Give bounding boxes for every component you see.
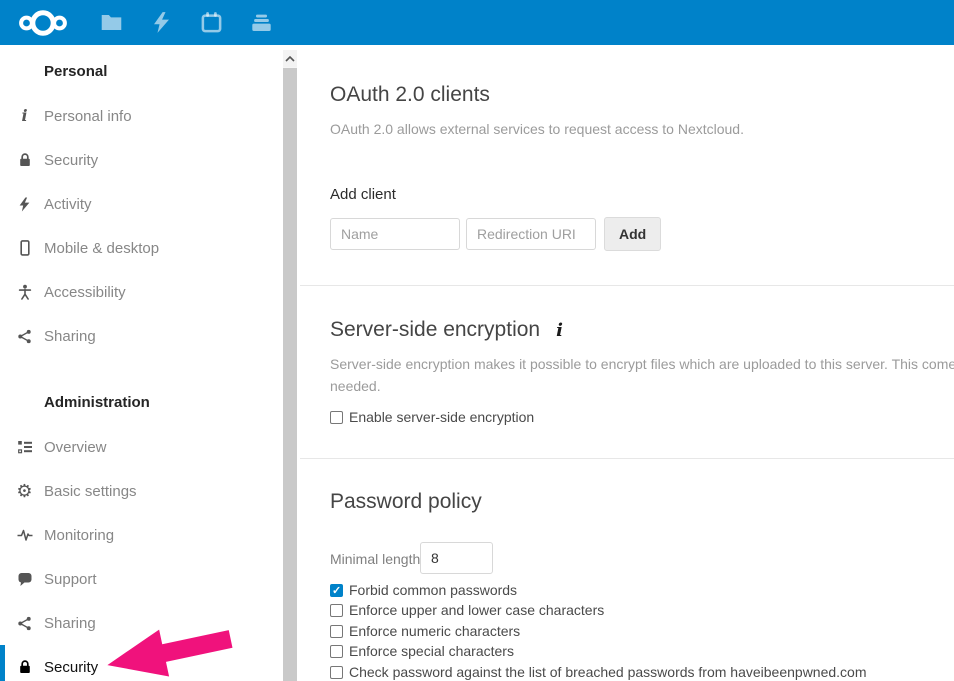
policy-checkbox-row[interactable]: Enforce special characters: [330, 643, 514, 659]
enforce-special-checkbox[interactable]: [330, 645, 343, 658]
sidebar-section-administration: Administration Overview ⚙ Basic settings: [0, 394, 280, 681]
enable-encryption-checkbox-row[interactable]: Enable server-side encryption: [330, 409, 534, 425]
sidebar-item-label: Sharing: [44, 615, 96, 632]
encryption-description-line1: Server-side encryption makes it possible…: [330, 356, 954, 372]
sidebar-item-label: Sharing: [44, 328, 96, 345]
sidebar-item-label: Support: [44, 571, 97, 588]
policy-checkbox-row[interactable]: Forbid common passwords: [330, 582, 517, 598]
sidebar-item-personal-info[interactable]: i Personal info: [0, 94, 280, 138]
settings-sidebar: Personal i Personal info Security Act: [0, 45, 300, 681]
add-client-button[interactable]: Add: [604, 217, 661, 251]
policy-checkbox-row[interactable]: Enforce upper and lower case characters: [330, 602, 604, 618]
enforce-upper-lower-checkbox[interactable]: [330, 604, 343, 617]
deck-icon[interactable]: [250, 11, 273, 34]
forbid-common-passwords-checkbox[interactable]: [330, 584, 343, 597]
files-folder-icon[interactable]: [100, 11, 123, 34]
checkbox-label: Check password against the list of breac…: [349, 664, 867, 680]
check-hibp-checkbox[interactable]: [330, 666, 343, 679]
minimal-length-input[interactable]: [420, 542, 493, 574]
redirection-uri-input[interactable]: [466, 218, 596, 250]
list-icon: [16, 439, 33, 456]
checkbox-label: Forbid common passwords: [349, 582, 517, 598]
info-icon: i: [16, 108, 33, 125]
checkbox-label: Enforce special characters: [349, 643, 514, 659]
enable-encryption-checkbox[interactable]: [330, 411, 343, 424]
phone-icon: [16, 240, 33, 257]
scrollbar-up-arrow[interactable]: [283, 50, 297, 67]
nextcloud-logo[interactable]: [11, 8, 75, 43]
encryption-section-title: Server-side encryptioni: [330, 318, 563, 342]
top-navigation-bar: [0, 0, 954, 45]
lock-icon: [16, 152, 33, 169]
share-icon: [16, 328, 33, 345]
sidebar-item-label: Accessibility: [44, 284, 126, 301]
checkbox-label: Enforce upper and lower case characters: [349, 602, 604, 618]
share-icon: [16, 615, 33, 632]
pulse-icon: [16, 527, 33, 544]
sidebar-heading-administration: Administration: [0, 394, 280, 425]
speech-bubble-icon: [16, 571, 33, 588]
sidebar-item-label: Security: [44, 152, 98, 169]
policy-checkbox-row[interactable]: Enforce numeric characters: [330, 623, 520, 639]
oauth-section-description: OAuth 2.0 allows external services to re…: [330, 121, 744, 137]
section-divider: [300, 458, 954, 459]
settings-content: OAuth 2.0 clients OAuth 2.0 allows exter…: [300, 45, 954, 681]
sidebar-item-accessibility[interactable]: Accessibility: [0, 270, 280, 314]
sidebar-item-label: Mobile & desktop: [44, 240, 159, 257]
sidebar-item-monitoring[interactable]: Monitoring: [0, 513, 280, 557]
encryption-info-icon[interactable]: i: [556, 320, 563, 341]
sidebar-item-sharing-personal[interactable]: Sharing: [0, 314, 280, 358]
sidebar-item-label: Personal info: [44, 108, 132, 125]
gear-icon: ⚙: [16, 483, 33, 500]
client-name-input[interactable]: [330, 218, 460, 250]
lock-icon: [16, 659, 33, 676]
sidebar-item-label: Overview: [44, 439, 107, 456]
encryption-description-line2: needed.: [330, 378, 381, 394]
sidebar-section-personal: Personal i Personal info Security Act: [0, 63, 280, 358]
sidebar-scrollbar[interactable]: [283, 50, 297, 681]
lightning-icon: [16, 196, 33, 213]
sidebar-item-activity[interactable]: Activity: [0, 182, 280, 226]
sidebar-item-support[interactable]: Support: [0, 557, 280, 601]
oauth-section-title: OAuth 2.0 clients: [330, 83, 490, 107]
sidebar-item-label: Monitoring: [44, 527, 114, 544]
activity-lightning-icon[interactable]: [150, 11, 173, 34]
minimal-length-label: Minimal length: [330, 551, 420, 567]
add-client-label: Add client: [330, 186, 396, 203]
app-window: Personal i Personal info Security Act: [0, 0, 954, 681]
scrollbar-thumb[interactable]: [283, 68, 297, 681]
calendar-icon[interactable]: [200, 11, 223, 34]
sidebar-item-label: Security: [44, 659, 98, 676]
sidebar-item-label: Basic settings: [44, 483, 137, 500]
checkbox-label: Enable server-side encryption: [349, 409, 534, 425]
sidebar-item-security-personal[interactable]: Security: [0, 138, 280, 182]
enforce-numeric-checkbox[interactable]: [330, 625, 343, 638]
checkbox-label: Enforce numeric characters: [349, 623, 520, 639]
accessibility-icon: [16, 284, 33, 301]
sidebar-item-overview[interactable]: Overview: [0, 425, 280, 469]
sidebar-item-label: Activity: [44, 196, 92, 213]
password-policy-section-title: Password policy: [330, 490, 482, 514]
sidebar-item-sharing-admin[interactable]: Sharing: [0, 601, 280, 645]
section-divider: [300, 285, 954, 286]
sidebar-item-mobile-desktop[interactable]: Mobile & desktop: [0, 226, 280, 270]
sidebar-item-security-admin[interactable]: Security: [0, 645, 280, 681]
sidebar-heading-personal: Personal: [0, 63, 280, 94]
policy-checkbox-row[interactable]: Check password against the list of breac…: [330, 664, 867, 680]
sidebar-item-basic-settings[interactable]: ⚙ Basic settings: [0, 469, 280, 513]
